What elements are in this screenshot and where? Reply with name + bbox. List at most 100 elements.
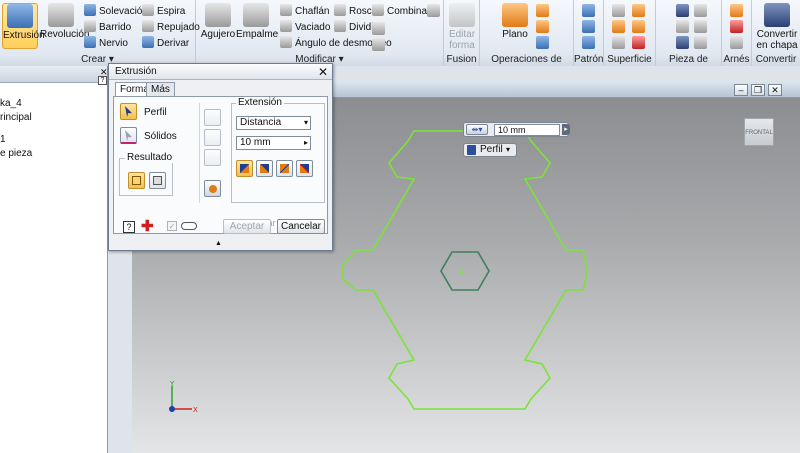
browser-help-icon[interactable]: ? xyxy=(98,76,107,85)
derivar-label: Derivar xyxy=(157,38,190,49)
extension-distance-value: 10 mm xyxy=(240,137,271,148)
nervio-icon xyxy=(84,36,96,48)
direction-symmetric-button[interactable] xyxy=(276,160,293,177)
eje-icon[interactable] xyxy=(536,4,549,17)
hud-distance-field[interactable]: 10 mm xyxy=(494,124,560,136)
direction-1-icon xyxy=(240,164,249,173)
ucs-icon[interactable] xyxy=(536,36,549,49)
rejilla-icon[interactable] xyxy=(676,4,689,17)
restore-button[interactable]: ❐ xyxy=(751,84,765,96)
nervadura-icon[interactable] xyxy=(676,36,689,49)
vaciado-icon xyxy=(280,20,292,32)
aceptar-button[interactable]: Aceptar xyxy=(223,219,271,234)
empalme-button[interactable]: Empalme xyxy=(236,3,278,49)
convertir-chapa-button[interactable]: Convertir en chapa xyxy=(754,3,800,51)
direction-1-button[interactable] xyxy=(236,160,253,177)
sketch-inner-hexagon[interactable] xyxy=(440,251,490,291)
revolucion-button[interactable]: Revolución xyxy=(40,3,89,49)
glasses-icon[interactable] xyxy=(181,222,197,230)
rosca-button[interactable]: Rosca xyxy=(334,4,377,18)
tab-mas[interactable]: Más xyxy=(146,82,175,96)
resultado-nuevo-solido-button[interactable] xyxy=(149,172,166,189)
engrosar-icon[interactable] xyxy=(612,4,625,17)
dividir-button[interactable]: Dividir xyxy=(334,20,377,34)
esculpir-icon[interactable] xyxy=(612,20,625,33)
solidos-select-button[interactable] xyxy=(120,127,137,144)
patron-circ-icon[interactable] xyxy=(582,20,595,33)
move-icon[interactable] xyxy=(372,22,385,35)
browser-item[interactable]: ka_4 xyxy=(0,97,107,111)
cancelar-button[interactable]: Cancelar xyxy=(277,219,325,234)
dialog-close-icon[interactable]: ✕ xyxy=(318,66,328,78)
cursor-arrow-icon xyxy=(125,130,132,141)
perfil-select-button[interactable] xyxy=(120,103,137,120)
derivar-icon xyxy=(142,36,154,48)
panel-modificar: Agujero Empalme Chaflán Vaciado Ángulo d… xyxy=(196,0,444,66)
barrido-button[interactable]: Barrido xyxy=(84,20,131,34)
perfil-label: Perfil xyxy=(144,107,167,118)
add-icon[interactable]: ✚ xyxy=(141,219,154,234)
extender-icon[interactable] xyxy=(612,36,625,49)
viewcube[interactable]: FRONTAL xyxy=(744,118,774,146)
revolucion-label: Revolución xyxy=(40,29,90,40)
chaflan-button[interactable]: Chaflán xyxy=(280,4,329,18)
vaciado-button[interactable]: Vaciado xyxy=(280,20,330,34)
panel-operaciones: Plano Operaciones de trabajo xyxy=(480,0,574,77)
espira-button[interactable]: Espira xyxy=(142,4,185,18)
descanso-icon[interactable] xyxy=(694,36,707,49)
profile-mini-dropdown[interactable]: Perfil ▾ xyxy=(463,143,517,157)
soporte-icon[interactable] xyxy=(676,20,689,33)
minimize-button[interactable]: – xyxy=(734,84,748,96)
direction-2-button[interactable] xyxy=(256,160,273,177)
expand-dialog-icon[interactable]: ▲ xyxy=(215,240,222,247)
chevron-down-icon: ▾ xyxy=(506,145,511,154)
direction-symmetric-icon xyxy=(280,164,289,173)
browser-spacer xyxy=(0,83,107,97)
help-icon[interactable]: ? xyxy=(123,221,135,233)
cursor-arrow-icon xyxy=(125,106,132,117)
preview-checkbox[interactable]: ✓ xyxy=(167,221,177,231)
extrusion-icon xyxy=(7,4,33,28)
solevacion-button[interactable]: Solevación xyxy=(84,4,148,18)
browser-item[interactable]: rincipal xyxy=(0,111,107,125)
arnes-icon-3[interactable] xyxy=(730,36,743,49)
extrusion-button[interactable]: Extrusión xyxy=(2,3,45,49)
derivar-button[interactable]: Derivar xyxy=(142,36,189,50)
labio-icon[interactable] xyxy=(694,20,707,33)
aceptar-label: Aceptar xyxy=(229,221,265,232)
combinar-button[interactable]: Combinar xyxy=(372,4,430,18)
plus-icon[interactable] xyxy=(427,4,440,17)
copy-icon[interactable] xyxy=(372,38,385,51)
printer-icon[interactable] xyxy=(204,149,221,166)
repujado-button[interactable]: Repujado xyxy=(142,20,200,34)
extension-type-select[interactable]: Distancia ▾ xyxy=(236,116,311,130)
sketch-profile-outline[interactable] xyxy=(342,130,587,410)
punto-icon[interactable] xyxy=(536,20,549,33)
arnes-icon-2[interactable] xyxy=(730,20,743,33)
plano-label: Plano xyxy=(502,29,528,40)
panel-superficie-title: Superficie xyxy=(604,54,655,66)
dialog-titlebar[interactable]: Extrusión ✕ xyxy=(109,64,332,80)
measure-dropdown-icon[interactable]: ⇹▾ xyxy=(466,124,488,135)
patilla-icon[interactable] xyxy=(694,4,707,17)
direction-asymmetric-button[interactable] xyxy=(296,160,313,177)
extension-distance-field[interactable]: 10 mm ▸ xyxy=(236,136,311,150)
plano-button[interactable]: Plano xyxy=(500,3,530,49)
editar-forma-button[interactable]: Editar forma xyxy=(444,3,480,51)
resultado-unir-button[interactable] xyxy=(128,172,145,189)
reemplazar-icon[interactable] xyxy=(632,36,645,49)
printer-icon[interactable] xyxy=(204,129,221,146)
recortar-icon[interactable] xyxy=(632,20,645,33)
patron-rect-icon[interactable] xyxy=(582,4,595,17)
agujero-button[interactable]: Agujero xyxy=(200,3,236,49)
arnes-icon-1[interactable] xyxy=(730,4,743,17)
browser-item[interactable]: e pieza xyxy=(0,147,107,161)
browser-item[interactable]: 1 xyxy=(0,133,107,147)
printer-icon[interactable] xyxy=(204,109,221,126)
close-button[interactable]: ✕ xyxy=(768,84,782,96)
hud-arrow-icon[interactable]: ▸ xyxy=(562,124,570,135)
cubrir-icon[interactable] xyxy=(632,4,645,17)
simetria-icon[interactable] xyxy=(582,36,595,49)
output-icon[interactable] xyxy=(204,180,221,197)
nervio-button[interactable]: Nervio xyxy=(84,36,128,50)
